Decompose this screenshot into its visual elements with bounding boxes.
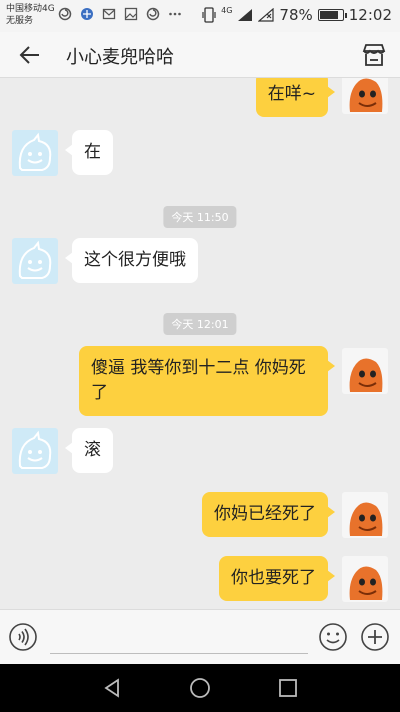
message-bubble-sent[interactable]: 你也要死了 [219, 556, 335, 601]
circle-home-icon[interactable] [188, 676, 212, 700]
status-bar: 中国移动4G 无服务 4G 78% 12:02 [0, 0, 400, 32]
message-text-line: 傻逼 我等你到十二点 你妈死 [91, 358, 306, 378]
chat-title: 小心麦兜哈哈 [66, 47, 174, 68]
message-row: 在 [0, 130, 400, 180]
smiley-avatar-icon [18, 132, 52, 171]
triangle-back-icon[interactable] [100, 676, 124, 700]
plus-icon[interactable] [360, 622, 390, 652]
message-bubble-sent[interactable]: 傻逼 我等你到十二点 你妈死 了 [79, 346, 335, 416]
pig-avatar-icon [349, 566, 383, 600]
avatar[interactable] [342, 348, 388, 394]
smiley-avatar-icon [18, 430, 52, 469]
timestamp: 今天 11:50 [163, 206, 237, 228]
chat-header: 小心麦兜哈哈 [0, 32, 400, 78]
notification-swirl2-icon [146, 7, 160, 21]
timestamp: 今天 12:01 [163, 313, 237, 335]
message-row: 你妈已经死了 [0, 492, 400, 542]
message-bubble-received[interactable]: 这个很方便哦 [65, 238, 198, 283]
avatar[interactable] [12, 238, 58, 284]
no-signal-icon [258, 8, 275, 22]
avatar[interactable] [12, 428, 58, 474]
notification-app-icon [81, 8, 93, 20]
message-text-line: 了 [91, 383, 108, 403]
more-dots-icon [169, 12, 181, 16]
notification-image-icon [124, 7, 138, 21]
message-row: 傻逼 我等你到十二点 你妈死 了 [0, 346, 400, 416]
carrier-info: 中国移动4G 无服务 [6, 3, 55, 27]
back-button[interactable] [14, 40, 46, 70]
emoji-icon[interactable] [318, 622, 348, 652]
message-row: 在咩~ [0, 78, 400, 117]
carrier-label: 中国移动4G [6, 4, 55, 14]
notification-icons [58, 7, 182, 21]
avatar[interactable] [342, 556, 388, 602]
message-row: 这个很方便哦 [0, 238, 400, 288]
message-list[interactable]: 在咩~ 在 今天 11:50 这个很方便哦 今天 12:01 傻逼 我等你到十二… [0, 78, 400, 609]
service-label: 无服务 [6, 16, 34, 26]
status-right: 4G 78% 12:02 [202, 6, 392, 24]
avatar[interactable] [342, 492, 388, 538]
back-arrow-icon [19, 46, 39, 64]
pig-avatar-icon [349, 78, 383, 112]
avatar[interactable] [12, 130, 58, 176]
square-recent-icon[interactable] [276, 676, 300, 700]
battery-percent: 78% [279, 6, 313, 24]
message-bubble-sent[interactable]: 在咩~ [255, 78, 336, 117]
message-bubble-sent[interactable]: 你妈已经死了 [202, 492, 335, 537]
smiley-avatar-icon [18, 240, 52, 279]
clock: 12:02 [348, 6, 392, 24]
system-nav-bar [0, 664, 400, 712]
message-row: 你也要死了 [0, 556, 400, 606]
battery-icon [317, 9, 347, 21]
message-bubble-received[interactable]: 滚 [65, 428, 113, 473]
notification-mail-icon [102, 8, 116, 20]
message-bubble-received[interactable]: 在 [65, 130, 113, 175]
shop-icon[interactable] [360, 41, 388, 69]
notification-swirl-icon [58, 7, 72, 21]
message-row: 滚 [0, 428, 400, 478]
network-type: 4G [221, 5, 233, 15]
pig-avatar-icon [349, 358, 383, 392]
signal-icon [238, 9, 253, 21]
message-input[interactable] [50, 620, 308, 654]
pig-avatar-icon [349, 502, 383, 536]
avatar[interactable] [342, 78, 388, 114]
voice-icon[interactable] [8, 622, 38, 652]
vibrate-icon [202, 7, 216, 23]
input-bar [0, 609, 400, 664]
